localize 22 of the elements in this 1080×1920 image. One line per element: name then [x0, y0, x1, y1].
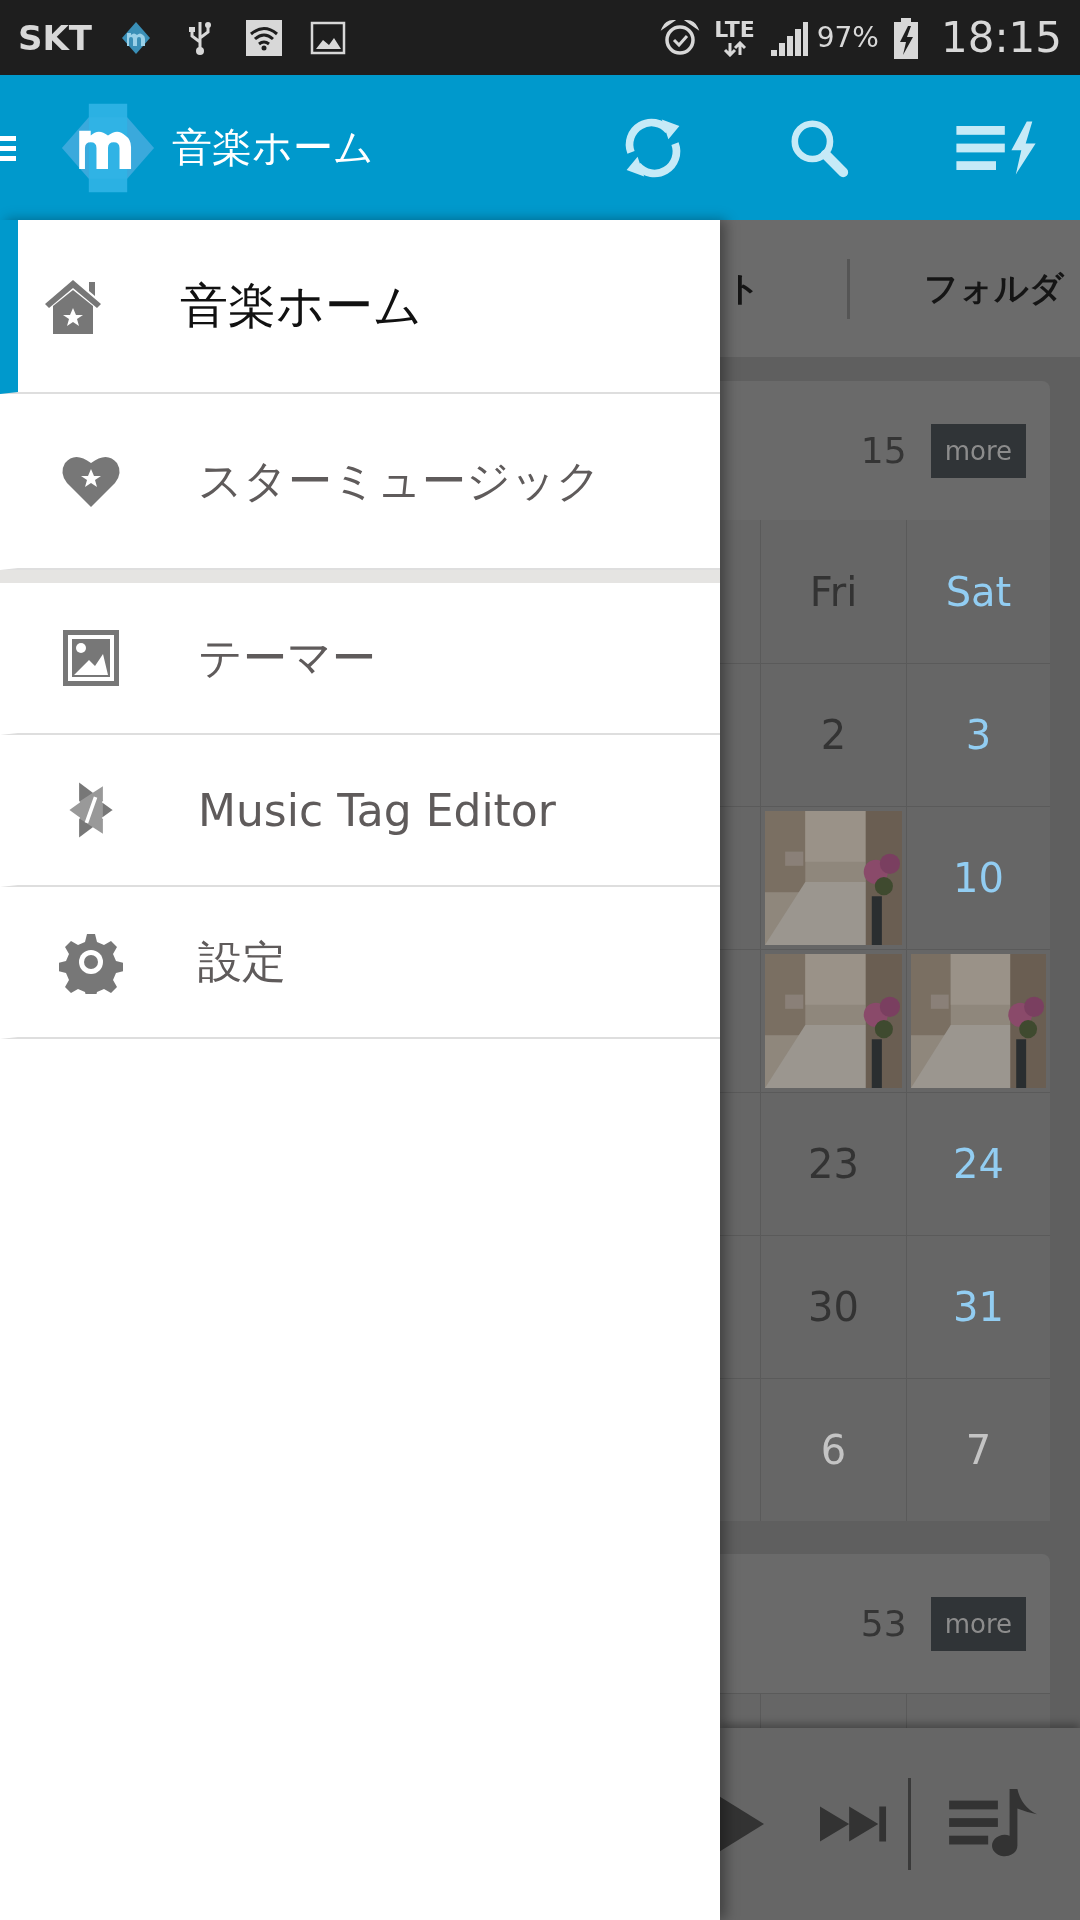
clock: 18:15: [940, 13, 1062, 62]
alarm-icon: [660, 17, 701, 58]
battery-charging-icon: [892, 15, 919, 60]
tab[interactable]: フォルダ: [924, 265, 1064, 312]
drawer-item[interactable]: 設定: [0, 887, 720, 1039]
day-number[interactable]: 31: [953, 1284, 1004, 1330]
carrier-name: SKT: [18, 17, 93, 58]
day-number[interactable]: 24: [953, 1141, 1004, 1187]
wifi-icon: [244, 17, 285, 58]
app-title: 音楽ホーム: [172, 123, 374, 172]
tab[interactable]: ト: [726, 265, 761, 312]
day-number[interactable]: 7: [965, 1427, 992, 1473]
network-type: LTE: [714, 18, 755, 41]
more-button[interactable]: more: [930, 1596, 1026, 1651]
more-button[interactable]: more: [930, 423, 1026, 478]
drawer-item[interactable]: テーマー: [0, 583, 720, 735]
day-number[interactable]: 6: [820, 1427, 847, 1473]
drawer-item[interactable]: Music Tag Editor: [0, 735, 720, 887]
day-number[interactable]: 10: [953, 855, 1004, 901]
day-number[interactable]: 3: [965, 712, 992, 758]
battery-percent: 97%: [816, 21, 879, 54]
weekday-label: Sat: [945, 568, 1012, 615]
